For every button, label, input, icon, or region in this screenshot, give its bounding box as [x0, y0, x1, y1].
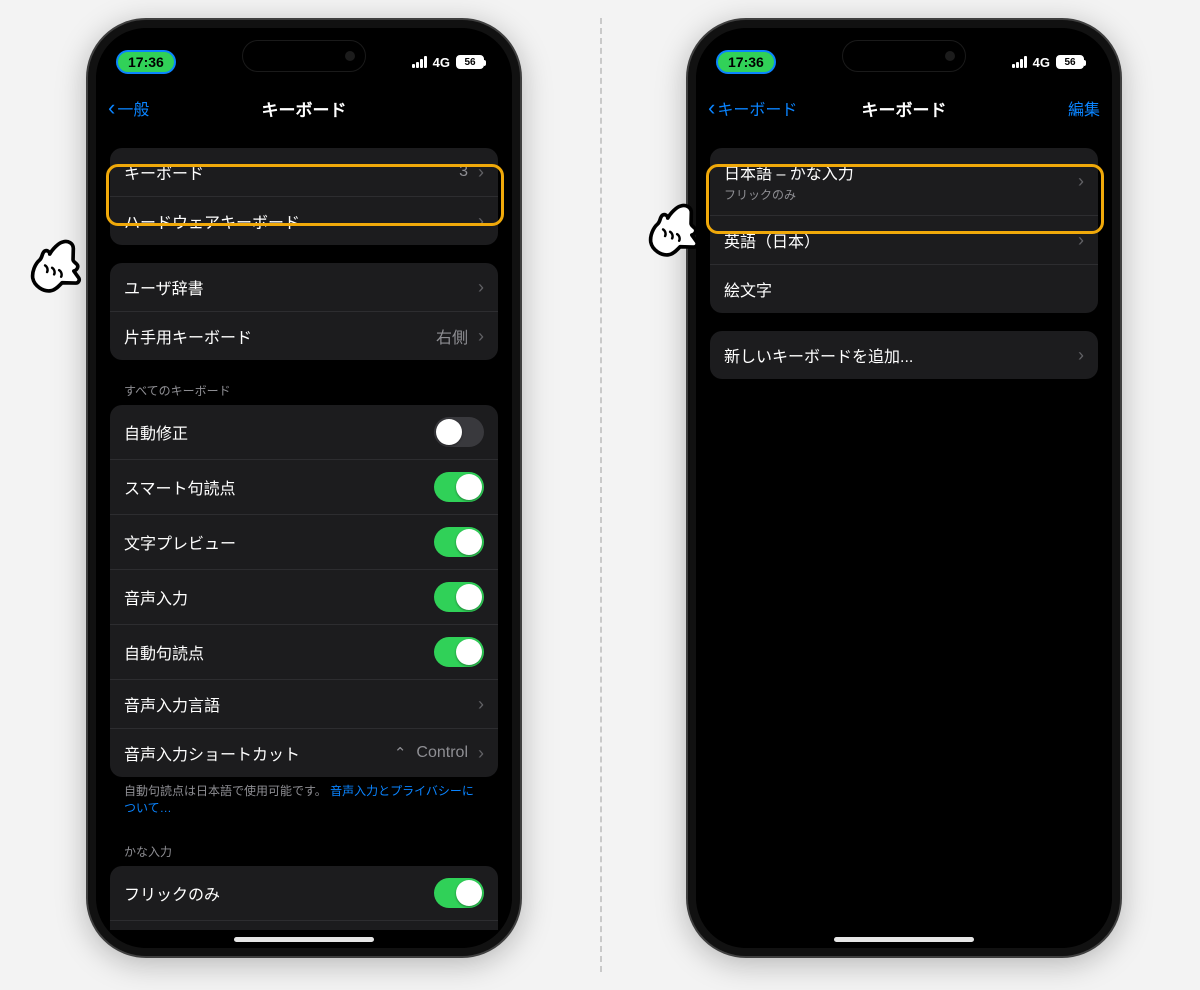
char-preview-label: 文字プレビュー — [124, 530, 236, 554]
keyboard-row-jp-kana[interactable]: 日本語 – かな入力 フリックのみ › — [710, 148, 1098, 215]
group-header-kana: かな入力 — [110, 839, 498, 866]
nav-bar: ‹ 一般 キーボード — [96, 86, 512, 130]
group-header-all-keyboards: すべてのキーボード — [110, 378, 498, 405]
volume-button — [686, 310, 688, 398]
chevron-right-icon: › — [478, 743, 484, 764]
flick-only-label: フリックのみ — [124, 881, 220, 905]
smart-punct-row[interactable]: スマート句読点 — [110, 459, 498, 514]
pointing-hand-icon — [18, 230, 96, 308]
network-label: 4G — [1033, 55, 1050, 70]
hardware-keyboard-label: ハードウェアキーボード — [124, 209, 300, 233]
page-title: キーボード — [96, 96, 512, 121]
home-indicator[interactable] — [234, 937, 374, 942]
chevron-right-icon: › — [1078, 345, 1084, 366]
keyboards-row[interactable]: キーボード 3 › — [110, 148, 498, 196]
signal-icon — [412, 56, 427, 68]
dictation-shortcut-row[interactable]: 音声入力ショートカット ⌃ Control › — [110, 728, 498, 777]
auto-correct-row[interactable]: 自動修正 — [110, 405, 498, 459]
flick-only-toggle[interactable] — [434, 878, 484, 908]
settings-content: 日本語 – かな入力 フリックのみ › 英語（日本） › 絵文字 — [696, 148, 1112, 389]
char-preview-row[interactable]: 文字プレビュー — [110, 514, 498, 569]
nav-bar: ‹ キーボード キーボード 編集 — [696, 86, 1112, 130]
power-button — [1120, 280, 1122, 372]
phone-right: 17:36 4G 56 ‹ キーボード キーボード 編集 — [686, 18, 1122, 958]
keyboard-row-en-jp[interactable]: 英語（日本） › — [710, 215, 1098, 264]
power-button — [520, 280, 522, 372]
vertical-divider — [600, 18, 602, 972]
chevron-right-icon: › — [1078, 171, 1084, 192]
back-label: 一般 — [117, 96, 149, 120]
chevron-right-icon: › — [478, 694, 484, 715]
settings-content: キーボード 3 › ハードウェアキーボード › — [96, 130, 512, 930]
auto-correct-label: 自動修正 — [124, 420, 188, 444]
signal-icon — [1012, 56, 1027, 68]
dictation-shortcut-value: Control — [416, 744, 468, 762]
dictation-toggle[interactable] — [434, 582, 484, 612]
home-indicator[interactable] — [834, 937, 974, 942]
dynamic-island — [242, 40, 366, 72]
chevron-right-icon: › — [478, 277, 484, 298]
auto-punct-label: 自動句読点 — [124, 640, 204, 664]
chevron-left-icon: ‹ — [708, 97, 715, 119]
back-button[interactable]: ‹ キーボード — [708, 96, 797, 120]
dictation-shortcut-label: 音声入力ショートカット — [124, 741, 300, 765]
back-label: キーボード — [717, 96, 797, 120]
status-time: 17:36 — [116, 50, 176, 74]
user-dictionary-label: ユーザ辞書 — [124, 275, 204, 299]
add-keyboard-row[interactable]: 新しいキーボードを追加... › — [710, 331, 1098, 379]
pointing-hand-icon — [636, 194, 714, 272]
user-dictionary-row[interactable]: ユーザ辞書 › — [110, 263, 498, 311]
auto-punct-row[interactable]: 自動句読点 — [110, 624, 498, 679]
dictation-lang-label: 音声入力言語 — [124, 692, 220, 716]
keyboard-sub: フリックのみ — [724, 186, 854, 203]
dictation-label: 音声入力 — [124, 585, 188, 609]
status-time: 17:36 — [716, 50, 776, 74]
battery-icon: 56 — [1056, 55, 1084, 69]
chevron-left-icon: ‹ — [108, 97, 115, 119]
one-handed-label: 片手用キーボード — [124, 324, 252, 348]
keyboards-label: キーボード — [124, 160, 204, 184]
group-footer-dictation: 自動句読点は日本語で使用可能です。 音声入力とプライバシーについて… — [110, 777, 498, 821]
keyboard-row-emoji[interactable]: 絵文字 — [710, 264, 1098, 313]
keyboards-count: 3 — [459, 163, 468, 181]
chevron-right-icon: › — [478, 211, 484, 232]
battery-icon: 56 — [456, 55, 484, 69]
edit-button[interactable]: 編集 — [1068, 96, 1100, 120]
one-handed-value: 右側 — [436, 324, 468, 348]
flick-only-row[interactable]: フリックのみ — [110, 866, 498, 920]
char-preview-toggle[interactable] — [434, 527, 484, 557]
smart-punct-label: スマート句読点 — [124, 475, 236, 499]
one-handed-row[interactable]: 片手用キーボード 右側 › — [110, 311, 498, 360]
dictation-lang-row[interactable]: 音声入力言語 › — [110, 679, 498, 728]
back-button[interactable]: ‹ 一般 — [108, 96, 149, 120]
smart-punct-toggle[interactable] — [434, 472, 484, 502]
auto-punct-toggle[interactable] — [434, 637, 484, 667]
keyboard-label: 絵文字 — [724, 277, 772, 301]
keyboard-label: 日本語 – かな入力 — [724, 160, 854, 184]
add-keyboard-label: 新しいキーボードを追加... — [724, 343, 913, 367]
network-label: 4G — [433, 55, 450, 70]
dynamic-island — [842, 40, 966, 72]
hardware-keyboard-row[interactable]: ハードウェアキーボード › — [110, 196, 498, 245]
keyboard-label: 英語（日本） — [724, 228, 820, 252]
auto-correct-toggle[interactable] — [434, 417, 484, 447]
chevron-up-icon: ⌃ — [394, 744, 407, 762]
chevron-right-icon: › — [478, 326, 484, 347]
smart-fullspace-row[interactable]: スマート全角スペース — [110, 920, 498, 930]
dictation-row[interactable]: 音声入力 — [110, 569, 498, 624]
chevron-right-icon: › — [478, 162, 484, 183]
volume-button — [86, 310, 88, 398]
chevron-right-icon: › — [1078, 230, 1084, 251]
phone-left: 17:36 4G 56 ‹ 一般 キーボード キーボー — [86, 18, 522, 958]
footer-text: 自動句読点は日本語で使用可能です。 — [124, 784, 327, 798]
